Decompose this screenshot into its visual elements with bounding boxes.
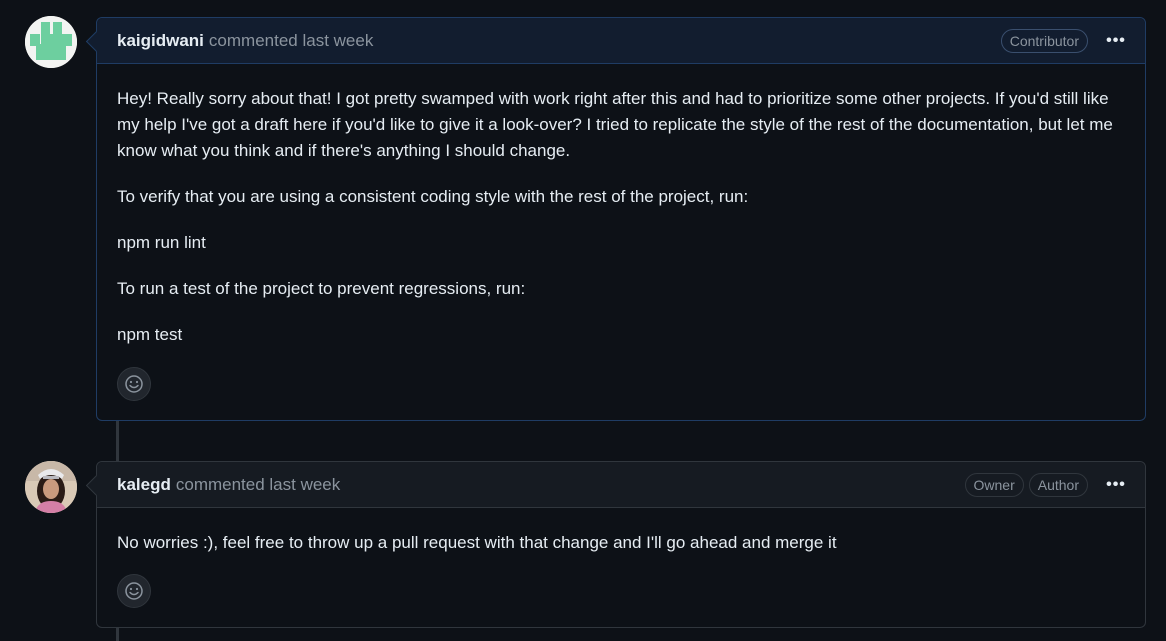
kebab-horizontal-icon[interactable]: ••• <box>1103 32 1129 50</box>
comment-paragraph: npm test <box>117 325 183 344</box>
owner-badge: Owner <box>964 472 1024 497</box>
user-photo-avatar-icon <box>25 461 77 513</box>
comment-body: Hey! Really sorry about that! I got pret… <box>97 64 1145 348</box>
author-avatar[interactable] <box>25 16 77 68</box>
comment-header: kaigidwani commented last week Contribut… <box>97 18 1145 64</box>
comment-body: No worries :), feel free to throw up a p… <box>97 508 1145 556</box>
comment-paragraph: To verify that you are using a consisten… <box>117 187 749 206</box>
comment-paragraph: No worries :), feel free to throw up a p… <box>117 533 837 552</box>
timeline-connector <box>116 627 119 641</box>
issue-timeline: kaigidwani commented last week Contribut… <box>0 0 1166 641</box>
comment-header: kalegd commented last week Owner Author … <box>97 462 1145 508</box>
comment-paragraph: To run a test of the project to prevent … <box>117 279 526 298</box>
add-reaction-button[interactable] <box>117 367 151 401</box>
comment-author-link[interactable]: kalegd <box>117 475 171 495</box>
comment-paragraph: Hey! Really sorry about that! I got pret… <box>117 89 1113 160</box>
comment-card: kaigidwani commented last week Contribut… <box>85 17 1146 421</box>
kebab-horizontal-icon[interactable]: ••• <box>1103 476 1129 494</box>
comment-card: kalegd commented last week Owner Author … <box>85 461 1146 628</box>
comment-timestamp[interactable]: commented last week <box>176 475 340 495</box>
comment-paragraph: npm run lint <box>117 233 206 252</box>
add-reaction-button[interactable] <box>117 574 151 608</box>
comment-header-actions: Owner Author ••• <box>964 472 1129 497</box>
comment-header-actions: Contributor ••• <box>1000 28 1129 53</box>
comment-timestamp[interactable]: commented last week <box>209 31 373 51</box>
author-badge: Author <box>1028 472 1088 497</box>
timeline-connector <box>116 420 119 462</box>
smiley-icon <box>125 582 143 600</box>
contributor-badge: Contributor <box>1000 28 1088 53</box>
smiley-icon <box>125 375 143 393</box>
author-avatar[interactable] <box>25 461 77 513</box>
comment-author-link[interactable]: kaigidwani <box>117 31 204 51</box>
identicon-avatar-icon <box>25 16 77 68</box>
